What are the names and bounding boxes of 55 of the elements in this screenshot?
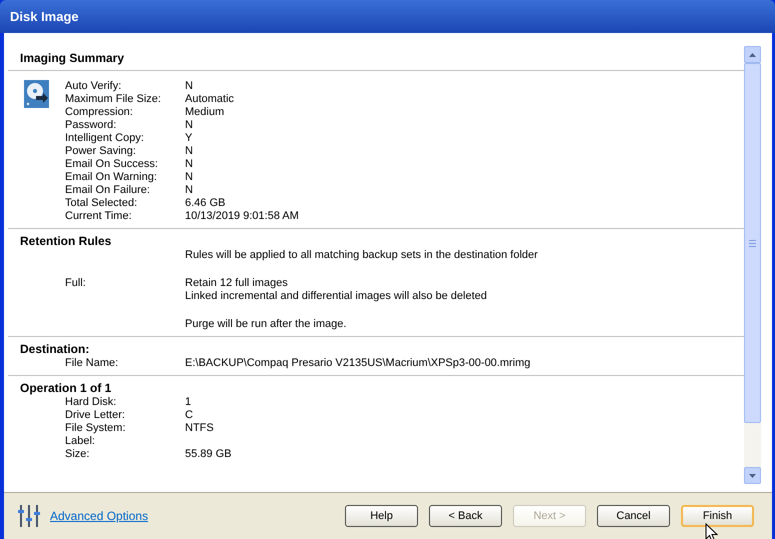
field-value: N [185,184,193,197]
section-title: Destination: [20,341,90,358]
field-value: C [185,409,193,422]
dialog-button[interactable]: < Back [429,505,502,527]
dialog-button[interactable]: Finish [681,505,754,527]
field-value: Automatic [185,93,234,106]
field-value: Medium [185,106,224,119]
field-value: 55.89 GB [185,448,232,461]
field-value: 6.46 GB [185,197,226,210]
field-label: File Name: [65,357,118,369]
sliders-icon [18,505,40,527]
field-value: N [185,171,193,184]
field-label: Email On Failure: [65,184,150,196]
field-value: N [185,158,193,171]
field-label: Compression: [65,106,133,118]
field-label: Email On Success: [65,158,158,170]
advanced-options-link[interactable]: Advanced Options [50,507,148,525]
dialog-button[interactable]: Help [345,505,418,527]
field-value: N [185,145,193,158]
field-value: Purge will be run after the image. [185,318,346,331]
field-value: E:\BACKUP\Compaq Presario V2135US\Macrium\XPSp3-00-00.mrimg [185,357,530,370]
field-label: Email On Warning: [65,171,157,183]
field-label: Label: [65,435,95,447]
field-value: N [185,80,193,93]
field-label: Drive Letter: [65,409,125,421]
dialog-button[interactable]: Cancel [597,505,670,527]
section-title: Imaging Summary [20,50,124,66]
section-title: Operation 1 of 1 [20,380,112,397]
field-label: Total Selected: [65,197,138,209]
up-arrow-icon [749,52,756,56]
field-value: Linked incremental and differential images will also be deleted [185,290,487,303]
field-label: Power Saving: [65,145,136,157]
field-label: Full: [65,277,86,289]
mouse-pointer-icon [705,523,718,539]
field-value: NTFS [185,422,214,435]
window-title: Disk Image [10,8,79,26]
field-label: Intelligent Copy: [65,132,144,144]
scroll-down-button[interactable] [744,467,761,484]
field-label: File System: [65,422,126,434]
grip-icon [749,240,756,246]
field-label: Hard Disk: [65,396,116,408]
down-arrow-icon [749,474,756,478]
field-label: Password: [65,119,116,131]
field-value: Retain 12 full images [185,277,288,290]
field-label: Size: [65,448,90,460]
field-label: Maximum File Size: [65,93,161,105]
field-label: Current Time: [65,210,132,222]
scroll-up-button[interactable] [744,46,761,63]
field-value: 1 [185,396,192,409]
section-title: Retention Rules [20,233,112,250]
field-value: Rules will be applied to all matching backup sets in the destination folder [185,249,538,262]
field-label: Auto Verify: [65,80,122,92]
field-value: Y [185,132,192,145]
field-value: 10/13/2019 9:01:58 AM [185,210,299,223]
field-value: N [185,119,193,132]
